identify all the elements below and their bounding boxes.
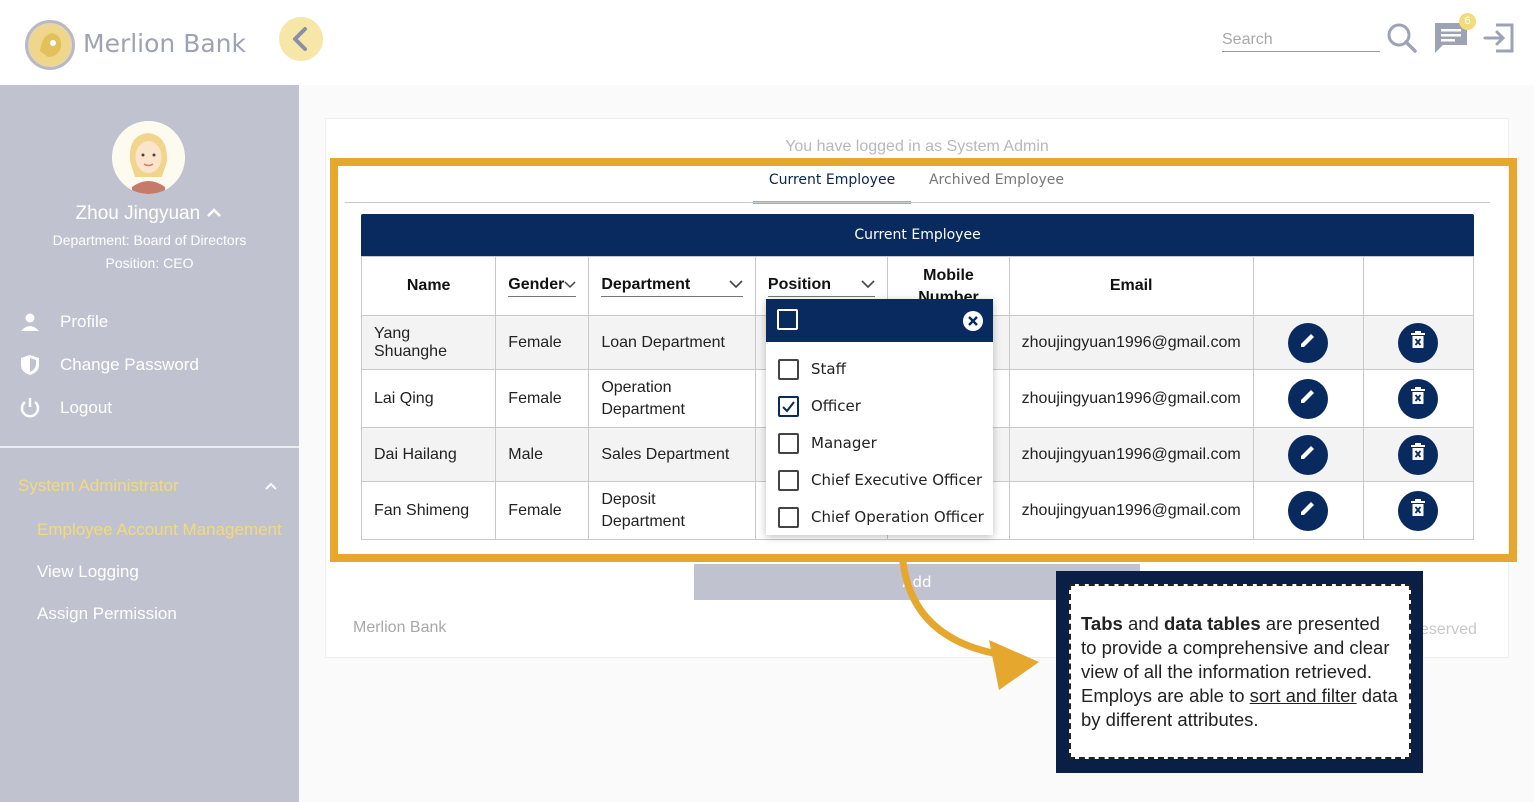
exit-icon[interactable] <box>1483 22 1515 59</box>
footer-brand: Merlion Bank <box>353 619 447 636</box>
power-icon <box>18 396 42 420</box>
nav-change-password[interactable]: Change Password <box>18 350 199 380</box>
notification-badge: 6 <box>1459 13 1476 30</box>
nav-profile[interactable]: Profile <box>18 307 108 337</box>
search-icon[interactable] <box>1386 22 1418 59</box>
sidebar-divider <box>0 446 299 448</box>
bank-logo <box>25 20 75 70</box>
nav-profile-label: Profile <box>60 312 109 331</box>
chevron-up-icon <box>205 203 223 225</box>
avatar <box>112 121 185 194</box>
user-position: Position: CEO <box>105 255 194 271</box>
footer-rights: eserved <box>1420 621 1477 638</box>
sidebar-item-assign-permission[interactable]: Assign Permission <box>37 604 177 624</box>
shield-icon <box>18 353 42 377</box>
back-button[interactable] <box>279 17 323 61</box>
nav-logout[interactable]: Logout <box>18 393 112 423</box>
top-bar: Merlion Bank 6 <box>0 0 1534 85</box>
chevron-up-icon[interactable] <box>264 478 278 494</box>
sidebar: Zhou Jingyuan Department: Board of Direc… <box>0 85 299 802</box>
nav-change-password-label: Change Password <box>60 355 199 374</box>
brand-name: Merlion Bank <box>83 29 247 58</box>
annotation-arrow-icon <box>893 558 1053 700</box>
sidebar-item-view-logging[interactable]: View Logging <box>37 562 139 582</box>
search-input[interactable] <box>1222 29 1380 52</box>
nav-logout-label: Logout <box>60 398 112 417</box>
sidebar-item-employee-account-management[interactable]: Employee Account Management <box>37 520 282 540</box>
user-name[interactable]: Zhou Jingyuan <box>0 203 299 225</box>
annotation-text: Tabs and data tables are presented to pr… <box>1069 584 1411 759</box>
login-status-text: You have logged in as System Admin <box>785 138 1049 155</box>
user-department: Department: Board of Directors <box>52 232 247 248</box>
highlight-frame <box>330 158 1517 562</box>
section-system-administrator[interactable]: System Administrator <box>18 476 179 496</box>
person-icon <box>18 310 42 334</box>
